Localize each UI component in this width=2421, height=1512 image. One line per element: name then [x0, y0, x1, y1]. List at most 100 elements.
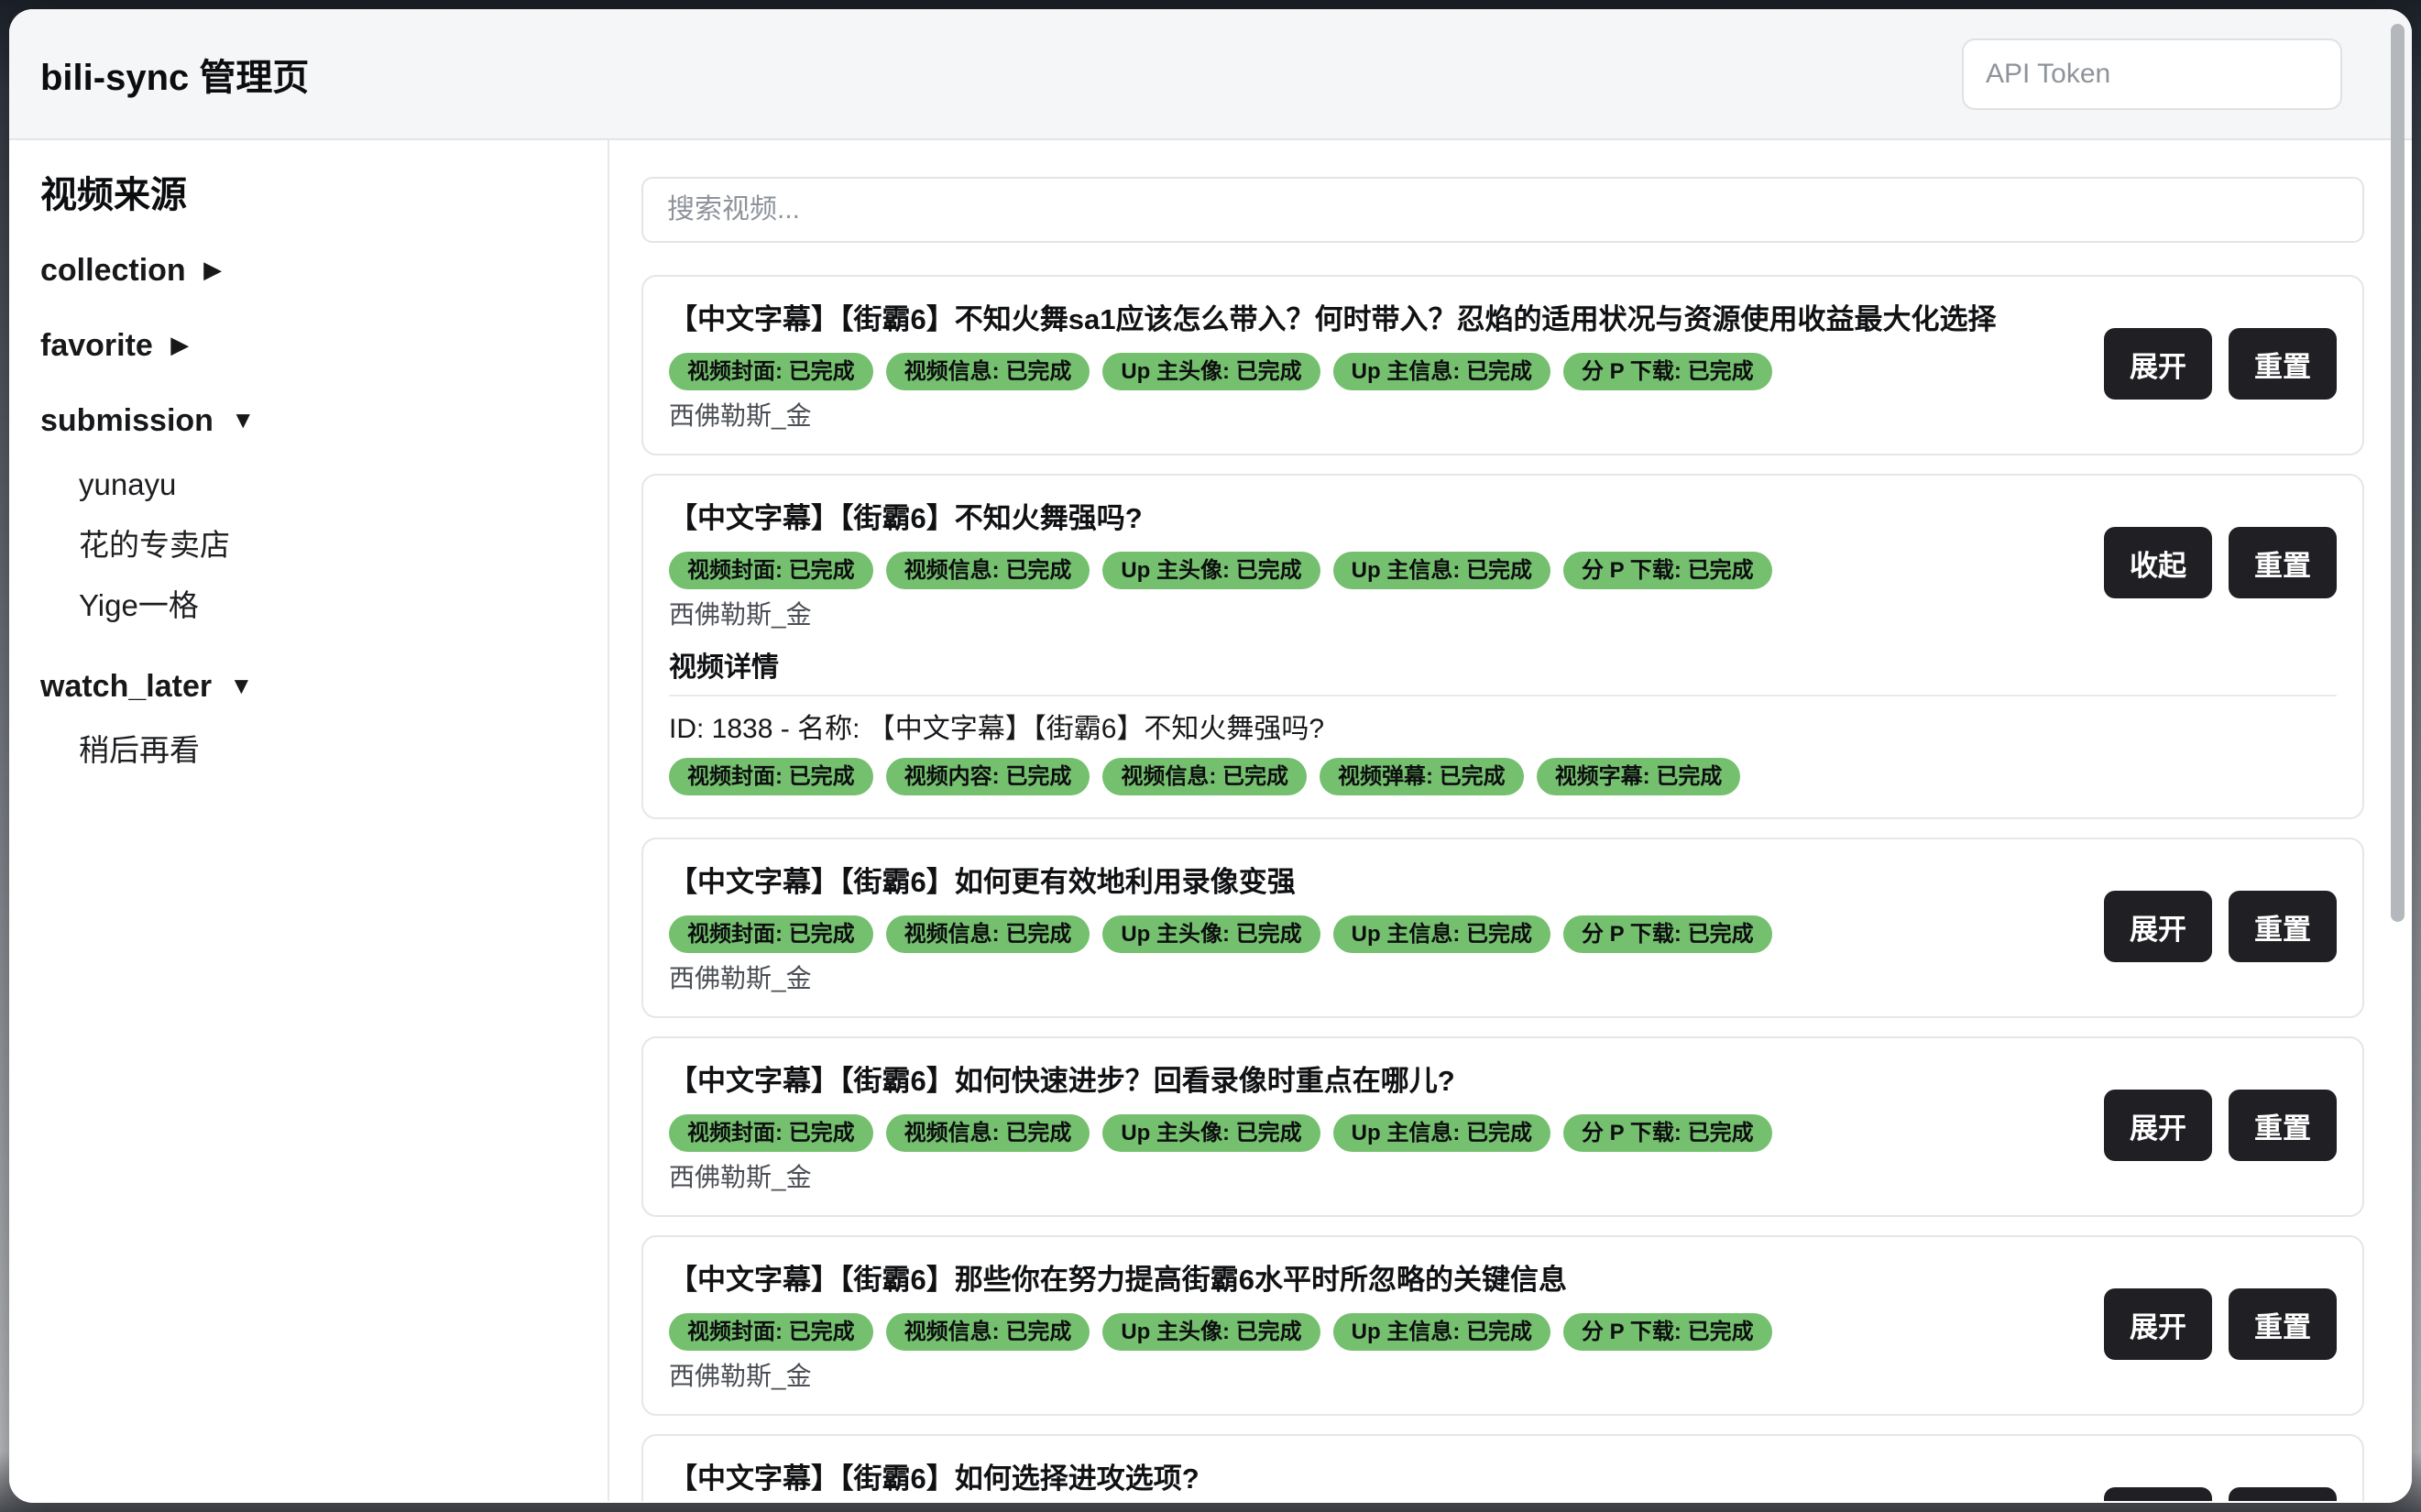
status-badge: Up 主信息: 已完成 — [1333, 1313, 1550, 1351]
sidebar: 视频来源 collection ▶ favorite ▶ submission … — [9, 140, 609, 1501]
status-badge: Up 主信息: 已完成 — [1333, 353, 1550, 390]
status-badge: Up 主头像: 已完成 — [1102, 1114, 1320, 1152]
sidebar-groups: collection ▶ favorite ▶ submission ▼ yun… — [40, 250, 608, 769]
status-badge: 视频信息: 已完成 — [886, 1313, 1090, 1351]
status-badge-row: 视频封面: 已完成视频信息: 已完成 Up 主头像: 已完成 Up 主信息: 已完成… — [669, 1313, 2337, 1351]
status-badge-row: 视频封面: 已完成视频信息: 已完成 Up 主头像: 已完成 Up 主信息: 已完成… — [669, 1114, 2337, 1152]
vertical-scrollbar-thumb[interactable] — [2391, 24, 2405, 922]
expand-collapse-button[interactable]: 展开 — [2104, 1487, 2212, 1501]
card-actions: 展开 重置 — [2104, 891, 2337, 962]
status-badge: 视频信息: 已完成 — [886, 353, 1090, 390]
video-card: 【中文字幕】【街霸6】那些你在努力提高街霸6水平时所忽略的关键信息 视频封面: … — [641, 1235, 2364, 1416]
video-author: 西佛勒斯_金 — [669, 599, 2337, 630]
status-badge: 分 P 下载: 已完成 — [1563, 915, 1772, 953]
sidebar-sub-item[interactable]: Yige一格 — [40, 587, 608, 624]
video-title: 【中文字幕】【街霸6】不知火舞强吗? — [669, 498, 2337, 540]
video-author: 西佛勒斯_金 — [669, 1162, 2337, 1193]
app-window: bili-sync 管理页 视频来源 collection ▶ favorite… — [9, 9, 2412, 1503]
page-title: bili-sync 管理页 — [40, 48, 309, 101]
video-author: 西佛勒斯_金 — [669, 400, 2337, 432]
status-badge: 视频信息: 已完成 — [1102, 758, 1307, 795]
card-actions: 展开 重置 — [2104, 1090, 2337, 1161]
status-badge: 视频封面: 已完成 — [669, 1114, 873, 1152]
video-details: 视频详情 ID: 1838 - 名称: 【中文字幕】【街霸6】不知火舞强吗? 视… — [669, 651, 2337, 795]
video-title: 【中文字幕】【街霸6】不知火舞sa1应该怎么带入？何时带入？忍焰的适用状况与资源… — [669, 299, 2337, 341]
expand-collapse-button[interactable]: 收起 — [2104, 527, 2212, 598]
status-badge: 分 P 下载: 已完成 — [1563, 1313, 1772, 1351]
card-actions: 展开 重置 — [2104, 1487, 2337, 1501]
expand-collapse-button[interactable]: 展开 — [2104, 1090, 2212, 1161]
card-actions: 展开 重置 — [2104, 328, 2337, 400]
main-panel: 【中文字幕】【街霸6】不知火舞sa1应该怎么带入？何时带入？忍焰的适用状况与资源… — [609, 140, 2412, 1501]
status-badge: Up 主头像: 已完成 — [1102, 353, 1320, 390]
video-title: 【中文字幕】【街霸6】如何选择进攻选项? — [669, 1458, 2337, 1500]
sidebar-group-label: favorite — [40, 328, 153, 363]
sidebar-group-submission[interactable]: submission ▼ — [40, 400, 608, 443]
video-card: 【中文字幕】【街霸6】如何快速进步？回看录像时重点在哪儿? 视频封面: 已完成视… — [641, 1036, 2364, 1217]
sidebar-group-label: collection — [40, 253, 186, 288]
status-badge-row: 视频封面: 已完成视频信息: 已完成 Up 主头像: 已完成 Up 主信息: 已完成… — [669, 353, 2337, 390]
video-card-list: 【中文字幕】【街霸6】不知火舞sa1应该怎么带入？何时带入？忍焰的适用状况与资源… — [641, 275, 2364, 1501]
status-badge: 视频封面: 已完成 — [669, 1313, 873, 1351]
video-author: 西佛勒斯_金 — [669, 1361, 2337, 1392]
sidebar-group-collection[interactable]: collection ▶ — [40, 250, 608, 292]
group-arrow-icon: ▼ — [231, 406, 255, 433]
reset-button[interactable]: 重置 — [2229, 328, 2337, 400]
status-badge: 视频内容: 已完成 — [886, 758, 1090, 795]
status-badge: 视频弹幕: 已完成 — [1320, 758, 1524, 795]
sidebar-heading: 视频来源 — [40, 173, 608, 217]
group-arrow-icon: ▶ — [170, 331, 189, 358]
status-badge: Up 主头像: 已完成 — [1102, 915, 1320, 953]
details-badge-row: 视频封面: 已完成视频内容: 已完成视频信息: 已完成视频弹幕: 已完成视频字幕… — [669, 758, 2337, 795]
status-badge: 视频字幕: 已完成 — [1537, 758, 1741, 795]
expand-collapse-button[interactable]: 展开 — [2104, 891, 2212, 962]
status-badge: Up 主头像: 已完成 — [1102, 1313, 1320, 1351]
status-badge: 视频信息: 已完成 — [886, 552, 1090, 589]
content-row: 视频来源 collection ▶ favorite ▶ submission … — [9, 140, 2412, 1501]
status-badge: Up 主信息: 已完成 — [1333, 1114, 1550, 1152]
sidebar-group-favorite[interactable]: favorite ▶ — [40, 325, 608, 367]
reset-button[interactable]: 重置 — [2229, 1487, 2337, 1501]
status-badge: 分 P 下载: 已完成 — [1563, 353, 1772, 390]
card-actions: 收起 重置 — [2104, 527, 2337, 598]
reset-button[interactable]: 重置 — [2229, 891, 2337, 962]
status-badge: 分 P 下载: 已完成 — [1563, 552, 1772, 589]
video-card: 【中文字幕】【街霸6】如何选择进攻选项? 视频封面: 已完成视频信息: 已完成U… — [641, 1434, 2364, 1501]
sidebar-sub-item[interactable]: yunayu — [40, 466, 608, 503]
group-arrow-icon: ▼ — [230, 672, 254, 699]
card-actions: 展开 重置 — [2104, 1288, 2337, 1360]
reset-button[interactable]: 重置 — [2229, 1090, 2337, 1161]
reset-button[interactable]: 重置 — [2229, 1288, 2337, 1360]
sidebar-sub-item[interactable]: 花的专卖店 — [40, 527, 608, 564]
sidebar-group-label: watch_later — [40, 669, 212, 704]
header: bili-sync 管理页 — [9, 9, 2412, 140]
status-badge: 视频封面: 已完成 — [669, 353, 873, 390]
video-title: 【中文字幕】【街霸6】那些你在努力提高街霸6水平时所忽略的关键信息 — [669, 1259, 2337, 1301]
sidebar-group-label: submission — [40, 403, 214, 438]
reset-button[interactable]: 重置 — [2229, 527, 2337, 598]
sidebar-group-watch_later[interactable]: watch_later ▼ — [40, 666, 608, 708]
video-card: 【中文字幕】【街霸6】不知火舞sa1应该怎么带入？何时带入？忍焰的适用状况与资源… — [641, 275, 2364, 455]
details-heading: 视频详情 — [669, 651, 2337, 696]
status-badge: Up 主信息: 已完成 — [1333, 552, 1550, 589]
details-info: ID: 1838 - 名称: 【中文字幕】【街霸6】不知火舞强吗? — [669, 713, 2337, 746]
status-badge: 视频信息: 已完成 — [886, 1114, 1090, 1152]
video-title: 【中文字幕】【街霸6】如何快速进步？回看录像时重点在哪儿? — [669, 1060, 2337, 1102]
status-badge: Up 主头像: 已完成 — [1102, 552, 1320, 589]
status-badge: 视频封面: 已完成 — [669, 915, 873, 953]
status-badge-row: 视频封面: 已完成视频信息: 已完成 Up 主头像: 已完成 Up 主信息: 已完成… — [669, 915, 2337, 953]
sidebar-sub-item[interactable]: 稍后再看 — [40, 732, 608, 769]
search-input[interactable] — [641, 177, 2364, 243]
status-badge: 视频信息: 已完成 — [886, 915, 1090, 953]
group-arrow-icon: ▶ — [203, 256, 222, 283]
expand-collapse-button[interactable]: 展开 — [2104, 328, 2212, 400]
status-badge: 分 P 下载: 已完成 — [1563, 1114, 1772, 1152]
video-title: 【中文字幕】【街霸6】如何更有效地利用录像变强 — [669, 861, 2337, 904]
expand-collapse-button[interactable]: 展开 — [2104, 1288, 2212, 1360]
status-badge: 视频封面: 已完成 — [669, 552, 873, 589]
video-card: 【中文字幕】【街霸6】如何更有效地利用录像变强 视频封面: 已完成视频信息: 已… — [641, 838, 2364, 1018]
status-badge-row: 视频封面: 已完成视频信息: 已完成 Up 主头像: 已完成 Up 主信息: 已完成… — [669, 552, 2337, 589]
status-badge: Up 主信息: 已完成 — [1333, 915, 1550, 953]
api-token-input[interactable] — [1962, 38, 2342, 110]
status-badge: 视频封面: 已完成 — [669, 758, 873, 795]
